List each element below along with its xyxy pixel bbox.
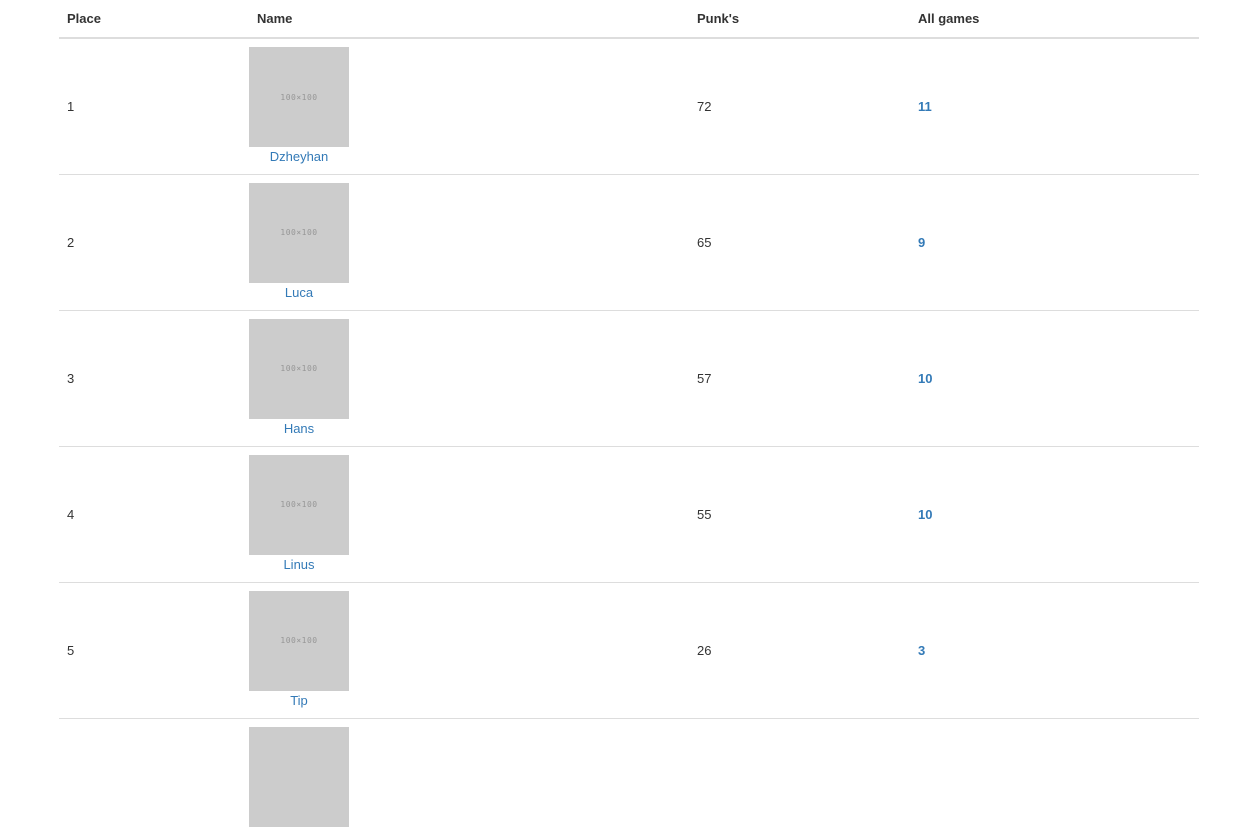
table-header: Place Name Punk's All games [59, 0, 1199, 39]
table-row: 3 100×100 Hans 57 10 [59, 310, 1199, 447]
games-count-link[interactable]: 11 [918, 99, 932, 114]
player-avatar[interactable]: 100×100 [249, 318, 349, 419]
player-card: 100×100 Hans [249, 318, 349, 436]
place-cell: 1 [59, 38, 249, 175]
player-name-link[interactable]: Hans [249, 421, 349, 436]
player-avatar[interactable]: 100×100 [249, 182, 349, 283]
player-name-link[interactable]: Linus [249, 557, 349, 572]
points-cell: 72 [689, 38, 910, 175]
player-card: 100×100 Dzheyhan [249, 47, 349, 164]
name-cell: 100×100 Tip [249, 582, 689, 719]
points-cell [689, 718, 910, 827]
table-row: 2 100×100 Luca 65 9 [59, 174, 1199, 311]
player-avatar[interactable]: 100×100 [249, 590, 349, 691]
column-header-games: All games [910, 0, 1199, 39]
player-avatar[interactable] [249, 726, 349, 827]
points-cell: 65 [689, 174, 910, 311]
points-cell: 26 [689, 582, 910, 719]
ranking-table: Place Name Punk's All games 1 100×100 Dz… [59, 0, 1199, 827]
table-row: 1 100×100 Dzheyhan 72 11 [59, 38, 1199, 175]
player-card: 100×100 Tip [249, 590, 349, 708]
games-cell: 9 [910, 174, 1199, 311]
ranking-table-container: Place Name Punk's All games 1 100×100 Dz… [59, 0, 1199, 827]
place-cell: 4 [59, 446, 249, 583]
table-body: 1 100×100 Dzheyhan 72 11 2 100×100 Luca [59, 38, 1199, 827]
name-cell [249, 718, 689, 827]
column-header-name: Name [249, 0, 689, 39]
name-cell: 100×100 Linus [249, 446, 689, 583]
games-cell: 10 [910, 446, 1199, 583]
name-cell: 100×100 Dzheyhan [249, 38, 689, 175]
games-count-link[interactable]: 10 [918, 507, 932, 522]
games-count-link[interactable]: 9 [918, 235, 925, 250]
points-cell: 55 [689, 446, 910, 583]
player-name-link[interactable]: Dzheyhan [249, 149, 349, 164]
games-cell: 10 [910, 310, 1199, 447]
place-cell: 2 [59, 174, 249, 311]
points-cell: 57 [689, 310, 910, 447]
games-cell: 3 [910, 582, 1199, 719]
games-count-link[interactable]: 10 [918, 371, 932, 386]
games-count-link[interactable]: 3 [918, 643, 925, 658]
table-row-partial [59, 718, 1199, 827]
player-card: 100×100 Luca [249, 182, 349, 300]
place-cell: 3 [59, 310, 249, 447]
games-cell [910, 718, 1199, 827]
table-row: 4 100×100 Linus 55 10 [59, 446, 1199, 583]
player-name-link[interactable]: Luca [249, 285, 349, 300]
name-cell: 100×100 Hans [249, 310, 689, 447]
column-header-place: Place [59, 0, 249, 39]
place-cell: 5 [59, 582, 249, 719]
name-cell: 100×100 Luca [249, 174, 689, 311]
player-name-link[interactable]: Tip [249, 693, 349, 708]
player-avatar[interactable]: 100×100 [249, 454, 349, 555]
player-card [249, 726, 349, 827]
place-cell [59, 718, 249, 827]
table-row: 5 100×100 Tip 26 3 [59, 582, 1199, 719]
column-header-points: Punk's [689, 0, 910, 39]
games-cell: 11 [910, 38, 1199, 175]
header-row: Place Name Punk's All games [59, 0, 1199, 39]
player-card: 100×100 Linus [249, 454, 349, 572]
player-avatar[interactable]: 100×100 [249, 47, 349, 147]
